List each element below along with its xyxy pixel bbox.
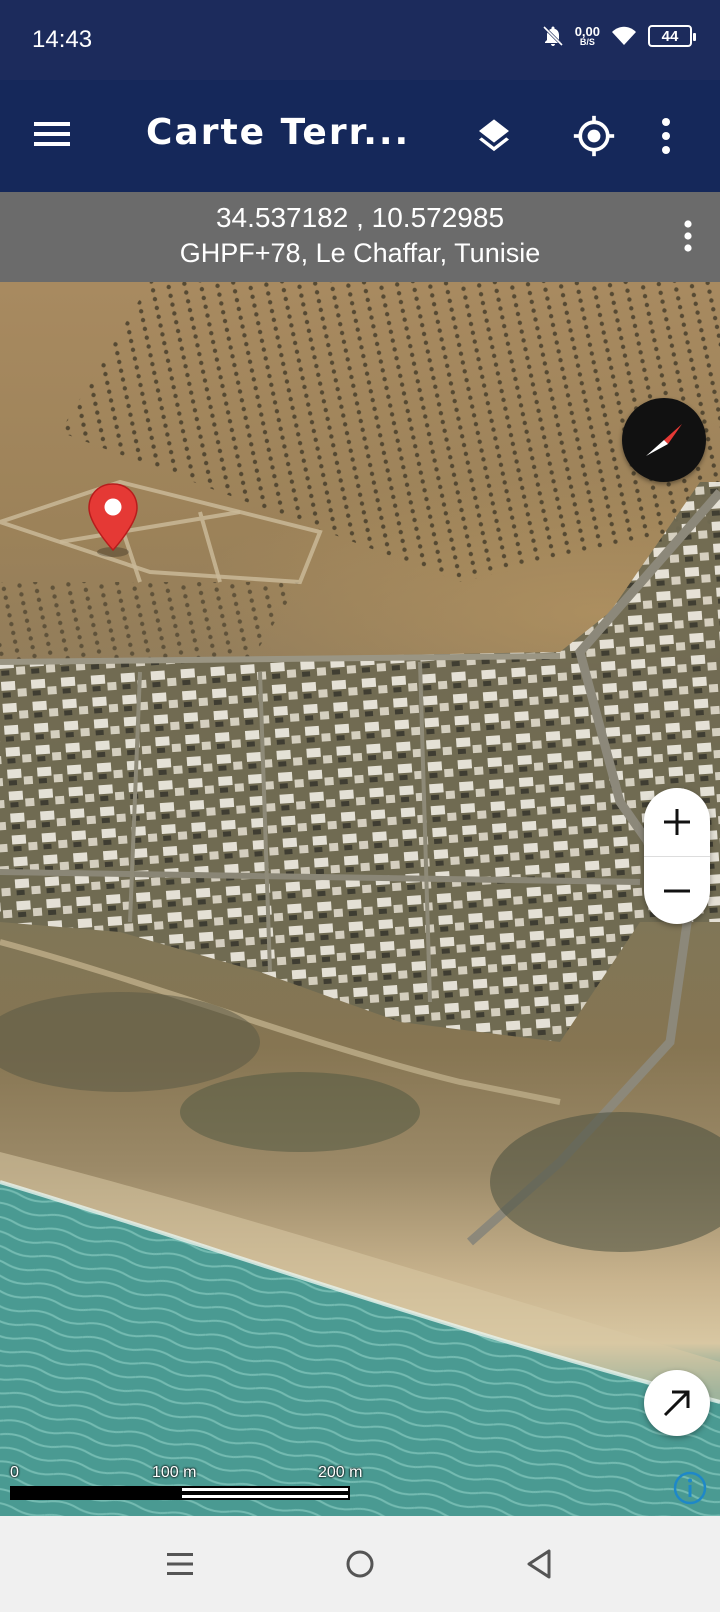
more-vert-icon (662, 118, 670, 154)
scale-segment-second (182, 1491, 348, 1495)
overflow-menu-button[interactable] (646, 108, 686, 164)
my-location-icon (573, 115, 615, 157)
more-vert-icon (684, 220, 692, 252)
zoom-out-button[interactable] (644, 856, 710, 924)
direction-arrow-icon (663, 1390, 690, 1417)
satellite-map[interactable]: 0 100 m 200 m (0, 282, 720, 1516)
compass-button[interactable] (622, 398, 706, 482)
scale-label-100m: 100 m (152, 1464, 197, 1481)
direction-button[interactable] (644, 1370, 710, 1436)
back-button[interactable] (512, 1540, 568, 1588)
scale-segment-first (12, 1488, 182, 1498)
status-icons: 0,00 B/S 44 (541, 24, 696, 48)
net-speed: 0,00 B/S (575, 25, 600, 47)
compass-icon (646, 424, 682, 456)
system-nav-bar (0, 1516, 720, 1612)
bell-off-icon (542, 25, 563, 47)
wifi-icon (612, 26, 636, 45)
zoom-in-button[interactable] (644, 788, 710, 856)
scale-bar-graphic (10, 1486, 350, 1500)
home-button[interactable] (332, 1540, 388, 1588)
address-text: GHPF+78, Le Chaffar, Tunisie (179, 238, 541, 268)
home-icon (346, 1550, 374, 1578)
app-bar: Carte Terr... (0, 80, 720, 192)
scale-label-200m: 200 m (318, 1464, 363, 1481)
net-speed-unit: B/S (579, 37, 595, 47)
map-imagery (0, 282, 720, 1516)
info-icon[interactable] (672, 1470, 708, 1506)
map-scale-bar: 0 100 m 200 m (8, 1464, 362, 1506)
zoom-out-icon (664, 889, 690, 892)
location-marker-icon[interactable] (86, 482, 140, 558)
scale-label-0: 0 (10, 1464, 19, 1481)
menu-button[interactable] (32, 114, 80, 158)
status-bar: 14:43 0,00 B/S 44 (0, 0, 720, 80)
menu-icon (34, 122, 70, 146)
my-location-button[interactable] (566, 108, 622, 164)
battery-level: 44 (661, 27, 679, 45)
layers-button[interactable] (466, 108, 522, 164)
app-title: Carte Terr... (146, 112, 411, 153)
zoom-controls (644, 788, 710, 924)
layers-icon (479, 119, 509, 152)
recents-icon (167, 1553, 193, 1575)
coordinates-text: 34.537182 , 10.572985 (215, 202, 505, 233)
battery-icon: 44 (648, 25, 696, 47)
status-time: 14:43 (32, 26, 93, 53)
back-icon (527, 1549, 551, 1579)
location-banner[interactable]: 34.537182 , 10.572985 GHPF+78, Le Chaffa… (0, 192, 720, 282)
location-more-button[interactable] (676, 216, 700, 256)
recents-button[interactable] (152, 1540, 208, 1588)
zoom-in-icon (664, 809, 690, 835)
